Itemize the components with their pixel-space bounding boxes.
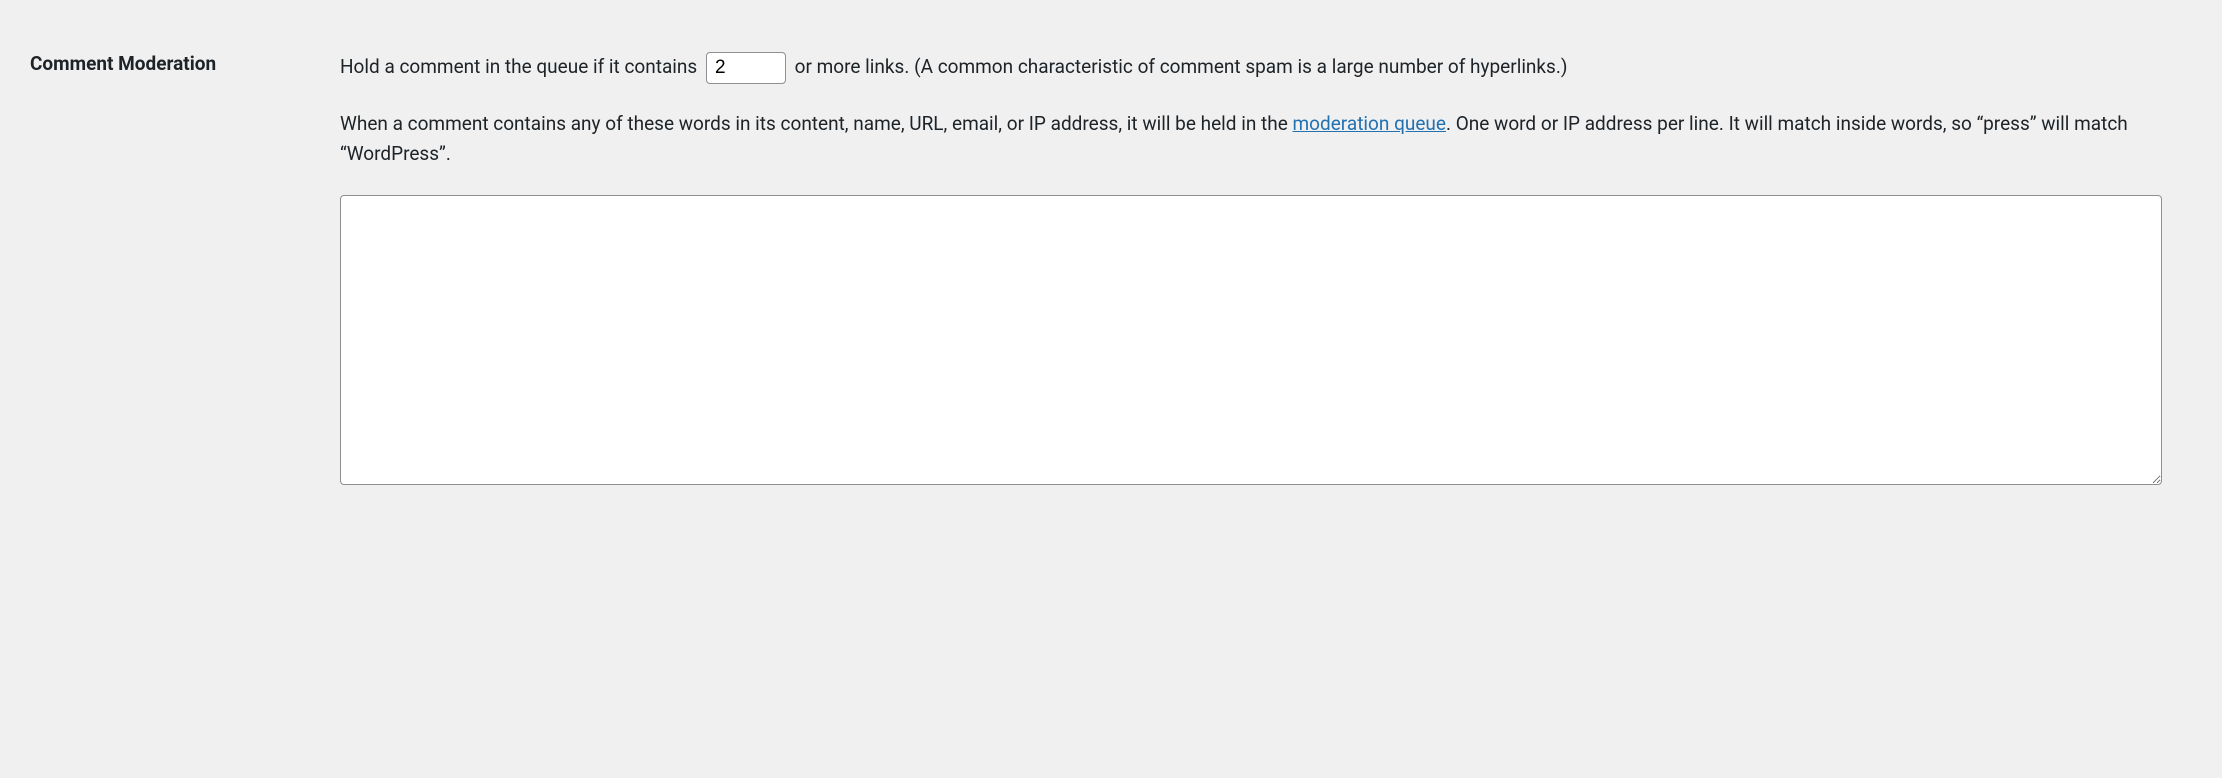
link-count-text-before: Hold a comment in the queue if it contai… — [340, 55, 702, 78]
link-count-text-after: or more links. (A common characteristic … — [790, 55, 1568, 78]
moderation-keywords-textarea[interactable] — [340, 195, 2162, 485]
link-count-input[interactable] — [706, 52, 786, 84]
moderation-description: When a comment contains any of these wor… — [340, 109, 2162, 170]
comment-moderation-row: Comment Moderation Hold a comment in the… — [30, 40, 2192, 490]
settings-content-column: Hold a comment in the queue if it contai… — [340, 40, 2192, 490]
link-count-paragraph: Hold a comment in the queue if it contai… — [340, 52, 2162, 84]
moderation-text-before: When a comment contains any of these wor… — [340, 112, 1293, 135]
settings-label-column: Comment Moderation — [30, 40, 310, 75]
moderation-queue-link[interactable]: moderation queue — [1293, 112, 1446, 135]
section-title: Comment Moderation — [30, 52, 310, 75]
